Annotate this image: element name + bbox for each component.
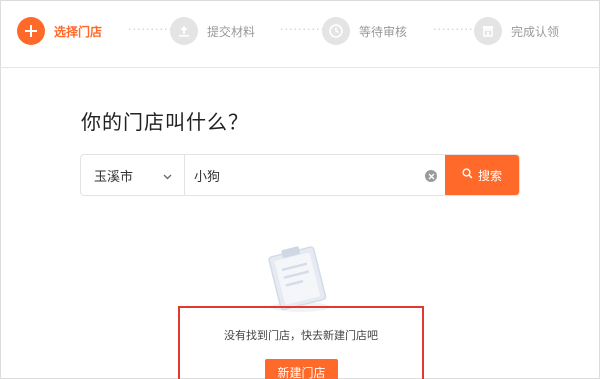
step-separator: ··········	[433, 23, 478, 36]
empty-state-panel: 没有找到门店，快去新建门店吧 新建门店	[178, 306, 424, 379]
search-button[interactable]: 搜索	[445, 155, 519, 195]
step-await-review[interactable]: 等待审核	[322, 16, 407, 46]
search-bar: 玉溪市 搜索	[80, 154, 520, 196]
city-value: 玉溪市	[94, 169, 134, 185]
step-label: 提交材料	[207, 24, 256, 39]
step-submit-materials[interactable]: 提交材料	[170, 16, 255, 46]
step-label: 完成认领	[511, 24, 560, 39]
page-title: 你的门店叫什么？	[81, 110, 249, 134]
store-search-input[interactable]	[194, 167, 414, 183]
step-select-store[interactable]: 选择门店	[17, 16, 102, 46]
step-label: 等待审核	[359, 24, 408, 39]
chevron-down-icon	[163, 170, 172, 185]
store-search-field	[185, 155, 445, 195]
empty-state-message: 没有找到门店，快去新建门店吧	[224, 329, 378, 342]
step-label: 选择门店	[54, 24, 103, 39]
new-store-button[interactable]: 新建门店	[265, 359, 338, 379]
city-select[interactable]: 玉溪市	[81, 155, 185, 195]
step-complete-claim[interactable]: 完成认领	[474, 16, 559, 46]
step-separator: ··········	[128, 23, 173, 36]
store-icon	[474, 17, 502, 45]
clock-icon	[322, 17, 350, 45]
search-button-label: 搜索	[477, 168, 502, 183]
step-separator: ··········	[280, 23, 325, 36]
plus-icon	[17, 17, 45, 45]
search-icon	[462, 168, 473, 182]
upload-icon	[170, 17, 198, 45]
clear-icon[interactable]	[425, 170, 437, 182]
progress-steps: 选择门店 ·········· 提交材料 ·········· 等待审核 ···…	[0, 0, 600, 68]
